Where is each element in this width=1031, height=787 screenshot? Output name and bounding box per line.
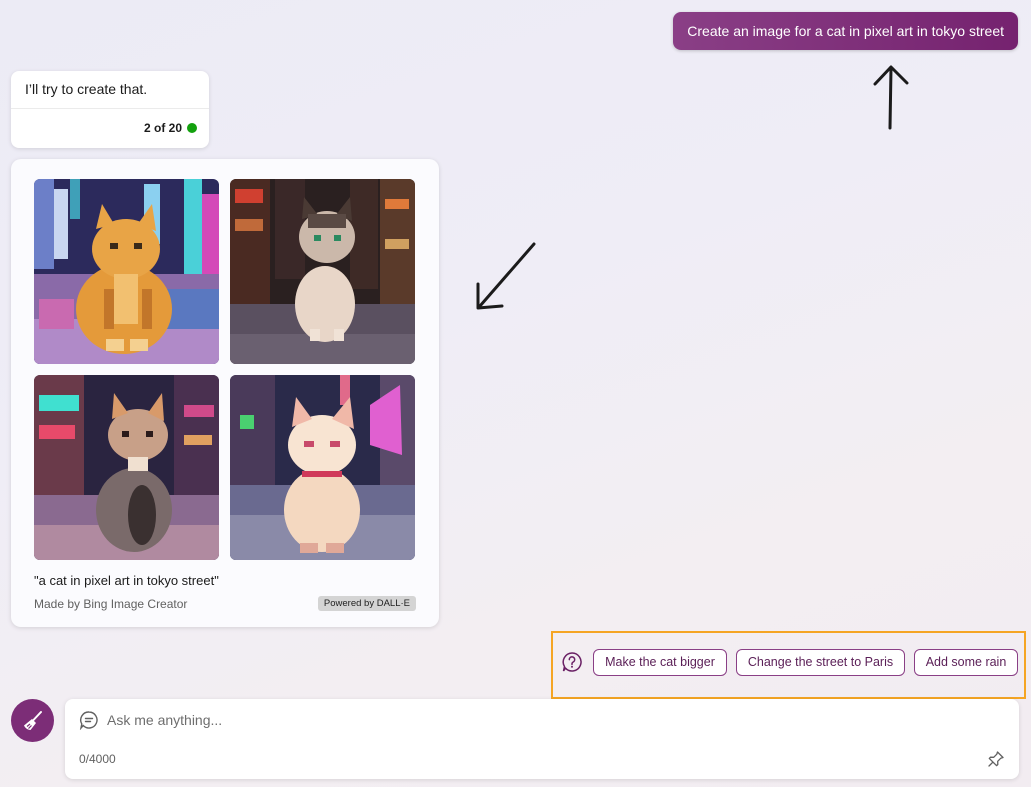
turn-counter: 2 of 20 (144, 121, 197, 135)
suggestion-chip-bigger-cat[interactable]: Make the cat bigger (593, 649, 727, 676)
generated-image-4[interactable] (230, 375, 415, 560)
pixel-art-cat-image (34, 179, 219, 364)
question-circle-icon (562, 652, 582, 672)
suggestion-chip-paris[interactable]: Change the street to Paris (736, 649, 905, 676)
user-message-bubble: Create an image for a cat in pixel art i… (673, 12, 1018, 50)
char-count: 0/4000 (79, 752, 116, 766)
powered-by-badge: Powered by DALL·E (317, 596, 416, 611)
reply-divider (11, 108, 209, 109)
broom-icon (23, 710, 42, 730)
pin-icon[interactable] (987, 750, 1005, 768)
image-caption: "a cat in pixel art in tokyo street" (34, 573, 219, 588)
chat-bubble-icon (79, 711, 98, 730)
bot-reply-card: I’ll try to create that. 2 of 20 (11, 71, 209, 148)
pixel-art-cat-image (230, 179, 415, 364)
bot-reply-text: I’ll try to create that. (25, 81, 148, 97)
ask-input[interactable] (107, 709, 967, 731)
annotation-arrow-down-left (476, 242, 536, 310)
pixel-art-cat-image (34, 375, 219, 560)
generated-image-2[interactable] (230, 179, 415, 364)
status-dot-icon (187, 123, 197, 133)
annotation-arrow-up (873, 65, 909, 130)
turn-counter-text: 2 of 20 (143, 121, 182, 135)
pixel-art-cat-image (230, 375, 415, 560)
chat-composer: 0/4000 (65, 699, 1019, 779)
generated-image-1[interactable] (34, 179, 219, 364)
generated-image-3[interactable] (34, 375, 219, 560)
image-result-card: "a cat in pixel art in tokyo street" Mad… (11, 159, 439, 627)
suggestion-chip-rain[interactable]: Add some rain (914, 649, 1018, 676)
made-by-label: Made by Bing Image Creator (34, 597, 188, 611)
new-topic-button[interactable] (11, 699, 54, 742)
